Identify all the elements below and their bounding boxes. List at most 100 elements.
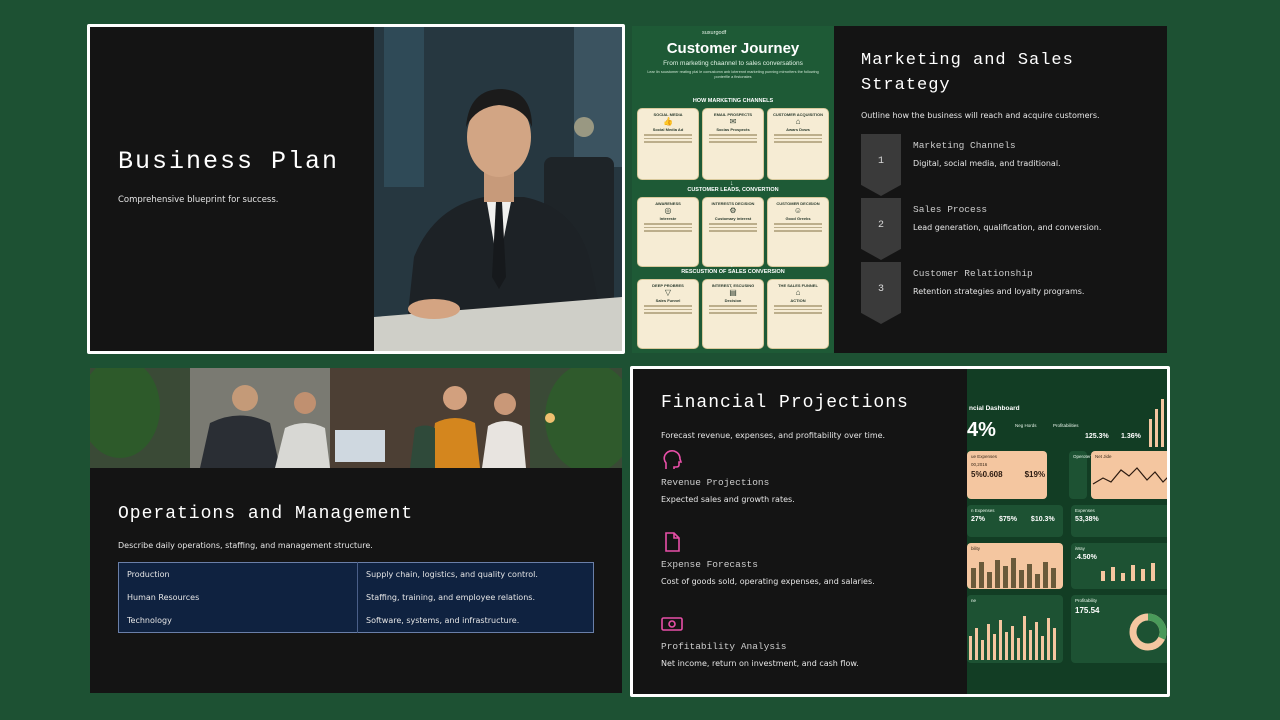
mail-icon: ✉ bbox=[729, 117, 737, 126]
table-cell-area: Production bbox=[118, 562, 358, 586]
table-cell-detail: Software, systems, and infrastructure. bbox=[366, 616, 520, 625]
item-heading: Expense Forecasts bbox=[661, 559, 758, 570]
step-number: 2 bbox=[877, 220, 884, 231]
step-number: 1 bbox=[877, 156, 884, 167]
table-cell-detail: Supply chain, logistics, and quality con… bbox=[366, 570, 538, 579]
bar-chart bbox=[969, 616, 1056, 660]
table-row: Production Supply chain, logistics, and … bbox=[118, 562, 594, 586]
dashboard-panel: ue Expenses 00,2016 5%0.608 $19% bbox=[967, 451, 1047, 499]
panel-label: iWay bbox=[1075, 546, 1085, 551]
mini-bar-chart bbox=[1149, 399, 1164, 447]
poster-card: THE SALES FUNNEL ⌂ ACTION bbox=[767, 279, 829, 349]
team-meeting-photo bbox=[90, 368, 622, 468]
businessman-photo bbox=[374, 27, 622, 351]
step-heading: Sales Process bbox=[913, 204, 988, 215]
panel-value: 53,38% bbox=[1075, 516, 1099, 523]
dashboard-panel: Net Jide bbox=[1091, 451, 1167, 499]
card-name: Sales Funnel bbox=[655, 298, 681, 303]
cart-icon: ⌂ bbox=[795, 117, 801, 126]
card-name: Socias Prospects bbox=[716, 127, 750, 132]
dashboard-panel: Expenses 53,38% bbox=[1071, 505, 1167, 537]
slide-marketing-strategy[interactable]: suxurgodf Customer Journey From marketin… bbox=[632, 26, 1167, 353]
step-description: Retention strategies and loyalty program… bbox=[913, 287, 1085, 296]
thumbs-icon: 👍 bbox=[663, 117, 673, 126]
dashboard-title: ncial Dashboard bbox=[969, 405, 1020, 412]
target-icon: ◎ bbox=[664, 206, 672, 215]
dashboard-panel: bility bbox=[967, 543, 1063, 589]
step-chevron: 1 bbox=[861, 134, 901, 196]
panel-value: $10.3% bbox=[1030, 516, 1055, 523]
slide-title: Marketing and Sales Strategy bbox=[861, 51, 1074, 95]
slide-title: Financial Projections bbox=[661, 393, 909, 413]
card-name: Intereste bbox=[659, 216, 677, 221]
step-description: Digital, social media, and traditional. bbox=[913, 159, 1061, 168]
panel-label: ne bbox=[971, 598, 977, 603]
step-chevron: 2 bbox=[861, 198, 901, 260]
financial-dashboard-image: ncial Dashboard 4% Neg Hords Profitabili… bbox=[967, 369, 1167, 694]
panel-label: Profitability bbox=[1075, 598, 1098, 603]
strategy-step: 1 Marketing Channels Digital, social med… bbox=[861, 134, 1141, 196]
slide-operations[interactable]: Operations and Management Describe daily… bbox=[90, 368, 622, 693]
card-name: Decision bbox=[724, 298, 742, 303]
card-name: ACTION bbox=[790, 298, 806, 303]
document-icon bbox=[665, 532, 680, 552]
poster-card: CUSTOMER DECISION ☺ Good Greeks bbox=[767, 197, 829, 267]
financial-item: Profitability Analysis Net income, retur… bbox=[661, 613, 961, 668]
arrow-down-icon: ↓ bbox=[730, 262, 734, 269]
financial-item: Expense Forecasts Cost of goods sold, op… bbox=[661, 531, 961, 586]
item-heading: Revenue Projections bbox=[661, 477, 770, 488]
slide-title: Operations and Management bbox=[118, 504, 414, 524]
item-heading: Profitability Analysis bbox=[661, 641, 787, 652]
poster-brand: suxurgodf bbox=[702, 30, 727, 36]
head-icon bbox=[663, 450, 683, 469]
strategy-step: 2 Sales Process Lead generation, qualifi… bbox=[861, 198, 1141, 260]
slide-financial-projections[interactable]: Financial Projections Forecast revenue, … bbox=[630, 366, 1170, 697]
poster-body: Lear lin soustomer reating plai le comus… bbox=[647, 70, 819, 79]
poster-section-heading: CUSTOMER LEADS, CONVERTION bbox=[687, 187, 779, 193]
slide-subtitle: Forecast revenue, expenses, and profitab… bbox=[661, 431, 886, 440]
store-icon: ⌂ bbox=[795, 288, 801, 297]
strategy-step: 3 Customer Relationship Retention strate… bbox=[861, 262, 1141, 324]
dashboard-panel: Profitability 175.54 bbox=[1071, 595, 1167, 663]
poster-card: DEEP PROBRES ▽ Sales Funnel bbox=[637, 279, 699, 349]
kpi-value: 125.3% bbox=[1085, 433, 1109, 440]
dashboard-panel: Operoter bbox=[1069, 451, 1091, 499]
money-icon bbox=[661, 617, 683, 631]
legend-item: Profitabilities bbox=[1053, 423, 1079, 428]
financial-item: Revenue Projections Expected sales and g… bbox=[661, 449, 961, 504]
slide-title: Business Plan bbox=[118, 147, 340, 176]
table-cell-area: Technology bbox=[118, 609, 358, 633]
slide-subtitle: Outline how the business will reach and … bbox=[861, 111, 1100, 120]
document-icon: ▤ bbox=[729, 288, 737, 297]
kpi-value: 1.36% bbox=[1121, 433, 1141, 440]
panel-label: Net Jide bbox=[1095, 454, 1112, 459]
dashboard-big-value: 4% bbox=[967, 419, 996, 441]
table-cell-detail: Staffing, training, and employee relatio… bbox=[366, 593, 535, 602]
funnel-icon: ▽ bbox=[664, 288, 672, 297]
bar-chart bbox=[1101, 563, 1155, 581]
panel-label: n Expenses bbox=[971, 508, 995, 513]
poster-card: EMAIL PROSPECTS ✉ Socias Prospects bbox=[702, 108, 764, 180]
poster-card: SOCIAL MEDIA 👍 Social Media Ad bbox=[637, 108, 699, 180]
step-heading: Customer Relationship bbox=[913, 268, 1033, 279]
poster-section-heading: HOW MARKETING CHANNELS bbox=[692, 98, 774, 104]
dashboard-panel: ne bbox=[967, 595, 1063, 663]
slide-subtitle: Describe daily operations, staffing, and… bbox=[118, 541, 373, 550]
panel-value: .4.50% bbox=[1075, 554, 1097, 561]
legend-item: Neg Hords bbox=[1015, 423, 1037, 428]
card-name: Social Media Ad bbox=[652, 127, 684, 132]
panel-small: 00,2016 bbox=[971, 462, 988, 467]
poster-card: INTEREST, ESCUSING ▤ Decision bbox=[702, 279, 764, 349]
dashboard-panel: iWay .4.50% bbox=[1071, 543, 1167, 589]
card-name: Awars Dows bbox=[786, 127, 810, 132]
table-row: Human Resources Staffing, training, and … bbox=[118, 586, 594, 609]
panel-label: bility bbox=[971, 546, 981, 551]
donut-chart bbox=[1129, 613, 1167, 651]
slide-business-plan[interactable]: Business Plan Comprehensive blueprint fo… bbox=[87, 24, 625, 354]
panel-value: 27% bbox=[971, 516, 986, 523]
panel-value: 5%0.608 bbox=[971, 470, 1003, 479]
people-icon: ☺ bbox=[793, 206, 803, 215]
gear-icon: ⚙ bbox=[729, 206, 737, 215]
item-description: Cost of goods sold, operating expenses, … bbox=[661, 577, 875, 586]
strategy-content: Marketing and Sales Strategy Outline how… bbox=[834, 26, 1167, 353]
